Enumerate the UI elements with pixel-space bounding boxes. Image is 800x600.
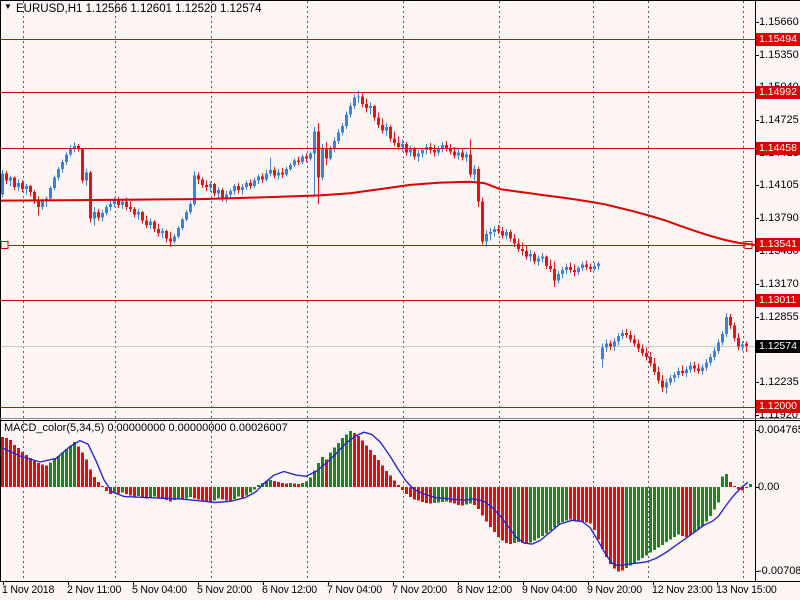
- macd-histogram: [1, 431, 752, 572]
- price-level-chip: 1.15494: [756, 32, 800, 46]
- price-tick-label: 1.13790: [759, 212, 799, 225]
- time-label: 12 Nov 23:00: [652, 584, 713, 596]
- price-tick-label: 1.14105: [759, 179, 799, 192]
- symbol-dropdown-icon: ▼: [4, 2, 12, 11]
- chart-canvas[interactable]: [0, 0, 800, 600]
- price-tick-label: 1.13170: [759, 277, 799, 290]
- price-tick-label: 1.12855: [759, 310, 799, 323]
- price-tick-label: 1.12235: [759, 375, 799, 388]
- macd-axis[interactable]: 0.0047650 0.00 -0.0070800: [756, 418, 800, 581]
- macd-tick-label: 0.0047650: [758, 424, 800, 437]
- macd-tick-label: 0.00: [758, 481, 780, 493]
- macd-indicator-label: MACD_color(5,34,5) 0.00000000 0.00000000…: [4, 422, 288, 434]
- macd-signal-line: [1, 431, 749, 567]
- time-label: 7 Nov 20:00: [392, 584, 447, 596]
- price-level-chip: 1.14458: [756, 141, 800, 155]
- price-level-chip: 1.12000: [756, 400, 800, 413]
- time-axis[interactable]: 1 Nov 2018 2 Nov 11:00 5 Nov 04:00 5 Nov 20…: [0, 582, 800, 600]
- hline-handle: [0, 241, 9, 249]
- time-label: 9 Nov 04:00: [522, 584, 577, 596]
- price-level-chip: 1.13541: [756, 238, 800, 252]
- price-level-chip: 1.13011: [756, 293, 800, 307]
- current-price-chip: 1.12574: [756, 339, 800, 353]
- time-label: 8 Nov 12:00: [457, 584, 512, 596]
- price-level-chip: 1.14992: [756, 85, 800, 99]
- time-label: 13 Nov 15:00: [716, 584, 777, 596]
- price-tick-label: 1.15660: [759, 16, 799, 29]
- ma-line: [0, 180, 755, 246]
- time-label: 5 Nov 04:00: [132, 584, 187, 596]
- price-tick-label: 1.15350: [759, 48, 799, 61]
- time-label: 6 Nov 12:00: [262, 584, 317, 596]
- chart-window: ▼ EURUSD,H1 1.12566 1.12601 1.12520 1.12…: [0, 0, 800, 600]
- macd-tick-label: -0.0070800: [758, 565, 800, 578]
- time-label: 9 Nov 20:00: [587, 584, 642, 596]
- time-label: 5 Nov 20:00: [197, 584, 252, 596]
- time-label: 1 Nov 2018: [2, 584, 55, 596]
- candles-layer: [1, 90, 748, 394]
- time-label: 7 Nov 04:00: [327, 584, 382, 596]
- ohlc-readout: EURUSD,H1 1.12566 1.12601 1.12520 1.1257…: [16, 3, 262, 15]
- time-label: 2 Nov 11:00: [67, 584, 122, 596]
- price-tick-label: 1.14725: [759, 114, 799, 127]
